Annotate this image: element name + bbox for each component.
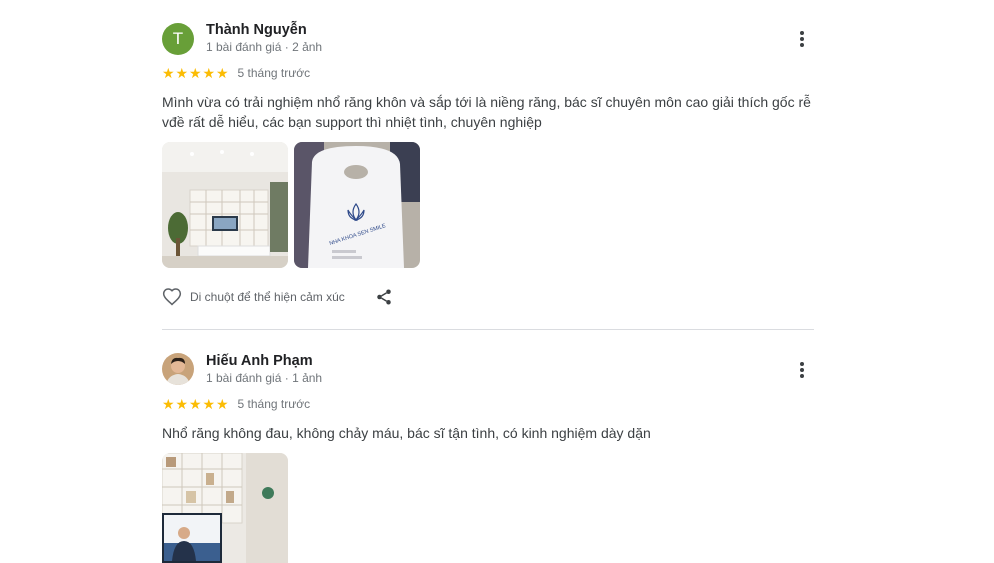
more-vert-icon xyxy=(800,362,804,366)
like-button[interactable]: Di chuột để thể hiện cảm xúc xyxy=(162,287,345,306)
review-text: Nhổ răng không đau, không chảy máu, bác … xyxy=(162,425,651,441)
avatar-letter: T xyxy=(172,29,184,48)
more-options-button[interactable] xyxy=(796,29,808,49)
reviewer-name[interactable]: Hiếu Anh Phạm xyxy=(206,353,313,369)
clinic-interior-image xyxy=(162,142,288,268)
star-rating: ★ ★ ★ ★ ★ xyxy=(162,397,230,411)
star-icon: ★ xyxy=(216,65,229,81)
review-text-line: vđề rất dễ hiểu, các bạn support thì nhi… xyxy=(162,114,542,130)
star-icon: ★ xyxy=(202,396,216,412)
star-icon: ★ xyxy=(189,65,202,81)
review-card: Hiếu Anh Phạm 1 bài đánh giá · 1 ảnh ★ ★… xyxy=(162,330,814,563)
more-vert-icon xyxy=(800,31,804,35)
star-icon: ★ xyxy=(175,65,189,81)
star-icon: ★ xyxy=(162,65,175,81)
avatar[interactable]: T xyxy=(162,23,194,55)
avatar-photo xyxy=(162,353,194,385)
rating-row: ★ ★ ★ ★ ★ 5 tháng trước xyxy=(162,66,310,80)
share-button[interactable] xyxy=(375,288,393,306)
review-photo-bag[interactable]: NHA KHOA SEN SMILE xyxy=(294,142,420,268)
clinic-bag-image: NHA KHOA SEN SMILE xyxy=(294,142,420,268)
star-icon: ★ xyxy=(175,396,189,412)
review-actions: Di chuột để thể hiện cảm xúc xyxy=(162,287,393,306)
reviewer-meta: 1 bài đánh giá · 2 ảnh xyxy=(206,40,323,54)
reviewer-name[interactable]: Thành Nguyễn xyxy=(206,22,307,38)
star-icon: ★ xyxy=(216,396,229,412)
review-text-line: Mình vừa có trải nghiệm nhổ răng khôn và… xyxy=(162,94,811,110)
reviewer-meta: 1 bài đánh giá · 1 ảnh xyxy=(206,371,323,385)
avatar[interactable] xyxy=(162,353,194,385)
rating-row: ★ ★ ★ ★ ★ 5 tháng trước xyxy=(162,397,310,411)
review-time: 5 tháng trước xyxy=(237,66,311,80)
review-photo-clinic[interactable] xyxy=(162,453,288,563)
review-card: T Thành Nguyễn 1 bài đánh giá · 2 ảnh ★ … xyxy=(162,0,814,330)
more-options-button[interactable] xyxy=(796,360,808,380)
star-icon: ★ xyxy=(189,396,202,412)
star-rating: ★ ★ ★ ★ ★ xyxy=(162,66,230,80)
heart-outline-icon xyxy=(162,288,182,306)
review-text: Mình vừa có trải nghiệm nhổ răng khôn và… xyxy=(162,92,814,132)
share-icon xyxy=(377,289,391,304)
star-icon: ★ xyxy=(202,65,216,81)
like-label: Di chuột để thể hiện cảm xúc xyxy=(190,289,345,304)
review-photo-clinic[interactable] xyxy=(162,142,288,268)
star-icon: ★ xyxy=(162,396,175,412)
clinic-interior-image xyxy=(162,453,288,563)
review-time: 5 tháng trước xyxy=(237,397,311,411)
